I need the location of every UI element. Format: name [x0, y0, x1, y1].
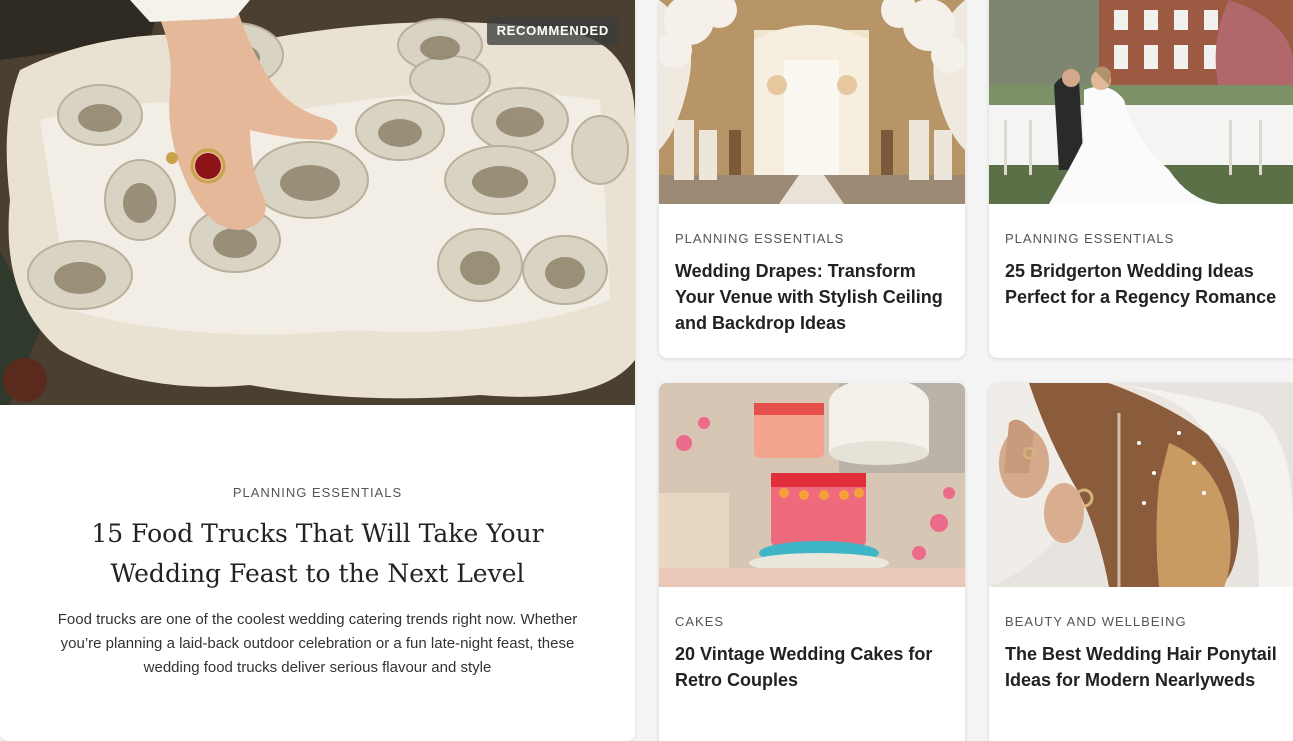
article-card[interactable]: BEAUTY AND WELLBEING The Best Wedding Ha…	[989, 383, 1293, 741]
article-card[interactable]: PLANNING ESSENTIALS Wedding Drapes: Tran…	[659, 0, 965, 358]
article-card-text: PLANNING ESSENTIALS 25 Bridgerton Weddin…	[989, 204, 1293, 310]
card-title[interactable]: 25 Bridgerton Wedding Ideas Perfect for …	[1005, 258, 1277, 310]
card-title[interactable]: The Best Wedding Hair Ponytail Ideas for…	[1005, 641, 1277, 693]
article-card[interactable]: PLANNING ESSENTIALS 25 Bridgerton Weddin…	[989, 0, 1293, 358]
article-card-image[interactable]	[659, 0, 965, 204]
card-category-label[interactable]: CAKES	[675, 614, 949, 629]
recommended-badge: RECOMMENDED	[486, 17, 619, 45]
card-title[interactable]: Wedding Drapes: Transform Your Venue wit…	[675, 258, 949, 336]
featured-category-label[interactable]: PLANNING ESSENTIALS	[36, 485, 599, 500]
featured-article-excerpt: Food trucks are one of the coolest weddi…	[57, 611, 578, 676]
article-card-text: BEAUTY AND WELLBEING The Best Wedding Ha…	[989, 587, 1293, 693]
card-title[interactable]: 20 Vintage Wedding Cakes for Retro Coupl…	[675, 641, 949, 693]
article-card-text: PLANNING ESSENTIALS Wedding Drapes: Tran…	[659, 204, 965, 336]
article-card-image[interactable]	[989, 0, 1293, 204]
card-category-label[interactable]: PLANNING ESSENTIALS	[675, 231, 949, 246]
card-category-label[interactable]: PLANNING ESSENTIALS	[1005, 231, 1277, 246]
featured-article-text: PLANNING ESSENTIALS 15 Food Trucks That …	[0, 405, 635, 741]
article-card-text: CAKES 20 Vintage Wedding Cakes for Retro…	[659, 587, 965, 693]
article-card-image[interactable]	[989, 383, 1293, 587]
featured-article-image[interactable]: RECOMMENDED	[0, 0, 635, 405]
article-card-image[interactable]	[659, 383, 965, 587]
article-card[interactable]: CAKES 20 Vintage Wedding Cakes for Retro…	[659, 383, 965, 741]
featured-article-title[interactable]: 15 Food Trucks That Will Take Your Weddi…	[36, 514, 599, 594]
featured-article-card[interactable]: RECOMMENDED PLANNING ESSENTIALS 15 Food …	[0, 0, 635, 741]
card-category-label[interactable]: BEAUTY AND WELLBEING	[1005, 614, 1277, 629]
